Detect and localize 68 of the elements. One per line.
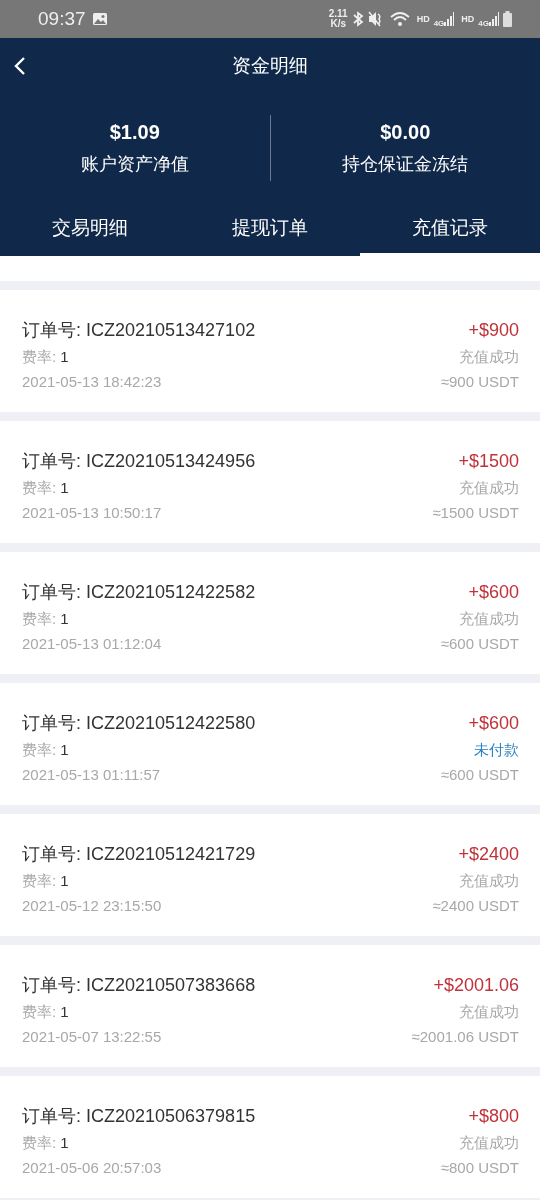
clock-time: 09:37 xyxy=(38,8,86,30)
hd-label: HD xyxy=(416,14,430,24)
timestamp: 2021-05-07 13:22:55 xyxy=(22,1028,162,1045)
status-label: 充值成功 xyxy=(459,348,519,367)
usdt-amount: ≈600 USDT xyxy=(440,635,519,652)
amount: +$600 xyxy=(468,713,519,734)
battery-icon xyxy=(503,11,512,27)
tab[interactable]: 交易明细 xyxy=(0,202,180,256)
network-speed: 2.11 K/s xyxy=(328,9,348,29)
hd-label: HD xyxy=(461,14,475,24)
amount: +$2400 xyxy=(458,844,519,865)
summary-value: $1.09 xyxy=(109,120,160,144)
record-card[interactable]: 订单号: ICZ20210506379815 +$800 费率: 1 充值成功 2021-05-06 20:57:03 ≈800 USDT xyxy=(0,1076,540,1198)
status-label: 未付款 xyxy=(474,741,519,760)
order-number: 订单号: ICZ20210512422582 xyxy=(22,581,256,604)
tab[interactable]: 提现订单 xyxy=(180,202,360,256)
usdt-amount: ≈2001.06 USDT xyxy=(411,1028,519,1045)
fee-rate: 费率: 1 xyxy=(22,741,69,760)
amount: +$600 xyxy=(468,582,519,603)
status-label: 充值成功 xyxy=(459,479,519,498)
record-card[interactable]: 订单号: ICZ20210512422582 +$600 费率: 1 充值成功 2021-05-13 01:12:04 ≈600 USDT xyxy=(0,552,540,674)
record-card[interactable]: 订单号: ICZ20210512422580 +$600 费率: 1 未付款 2021-05-13 01:11:57 ≈600 USDT xyxy=(0,683,540,805)
status-label: 充值成功 xyxy=(459,1003,519,1022)
fee-rate: 费率: 1 xyxy=(22,1134,69,1153)
timestamp: 2021-05-06 20:57:03 xyxy=(22,1159,162,1176)
fee-rate: 费率: 1 xyxy=(22,348,69,367)
summary-label: 持仓保证金冻结 xyxy=(342,152,469,176)
order-number: 订单号: ICZ20210512421729 xyxy=(22,843,256,866)
bluetooth-icon xyxy=(351,11,364,27)
status-label: 充值成功 xyxy=(459,610,519,629)
amount: +$2001.06 xyxy=(433,975,519,996)
network-type: 4G xyxy=(478,19,489,28)
fee-rate: 费率: 1 xyxy=(22,479,69,498)
timestamp: 2021-05-13 01:12:04 xyxy=(22,635,162,652)
usdt-amount: ≈900 USDT xyxy=(440,373,519,390)
network-type: 4G xyxy=(433,19,445,28)
order-number: 订单号: ICZ20210507383668 xyxy=(22,974,256,997)
amount: +$900 xyxy=(468,320,519,341)
page-title: 资金明细 xyxy=(232,54,308,78)
signal-icon xyxy=(444,12,455,26)
usdt-amount: ≈600 USDT xyxy=(440,766,519,783)
usdt-amount: ≈1500 USDT xyxy=(432,504,519,521)
record-card[interactable]: 订单号: ICZ20210512421729 +$2400 费率: 1 充值成功 2021-05-12 23:15:50 ≈2400 USDT xyxy=(0,814,540,936)
timestamp: 2021-05-12 23:15:50 xyxy=(22,897,162,914)
record-card[interactable]: 订单号: ICZ20210513424956 +$1500 费率: 1 充值成功 2021-05-13 10:50:17 ≈1500 USDT xyxy=(0,421,540,543)
amount: +$1500 xyxy=(458,451,519,472)
summary-value: $0.00 xyxy=(380,120,431,144)
usdt-amount: ≈800 USDT xyxy=(440,1159,519,1176)
order-number: 订单号: ICZ20210512422580 xyxy=(22,712,256,735)
order-number: 订单号: ICZ20210506379815 xyxy=(22,1105,256,1128)
wifi-icon xyxy=(389,11,410,27)
fee-rate: 费率: 1 xyxy=(22,872,69,891)
status-label: 充值成功 xyxy=(459,1134,519,1153)
signal-icon xyxy=(489,12,499,26)
status-label: 充值成功 xyxy=(459,872,519,891)
timestamp: 2021-05-13 01:11:57 xyxy=(22,766,161,783)
fee-rate: 费率: 1 xyxy=(22,1003,69,1022)
fee-rate: 费率: 1 xyxy=(22,610,69,629)
timestamp: 2021-05-13 10:50:17 xyxy=(22,504,162,521)
timestamp: 2021-05-13 18:42:23 xyxy=(22,373,162,390)
image-icon xyxy=(91,12,108,26)
usdt-amount: ≈2400 USDT xyxy=(432,897,519,914)
amount: +$800 xyxy=(468,1106,519,1127)
order-number: 订单号: ICZ20210513424956 xyxy=(22,450,256,473)
order-number: 订单号: ICZ20210513427102 xyxy=(22,319,256,342)
record-card[interactable]: 订单号: ICZ20210507383668 +$2001.06 费率: 1 充值成功 2021-05-07 13:22:55 ≈2001.06 USDT xyxy=(0,945,540,1067)
record-card[interactable]: 订单号: ICZ20210513427102 +$900 费率: 1 充值成功 2021-05-13 18:42:23 ≈900 USDT xyxy=(0,290,540,412)
summary-label: 账户资产净值 xyxy=(80,152,189,176)
